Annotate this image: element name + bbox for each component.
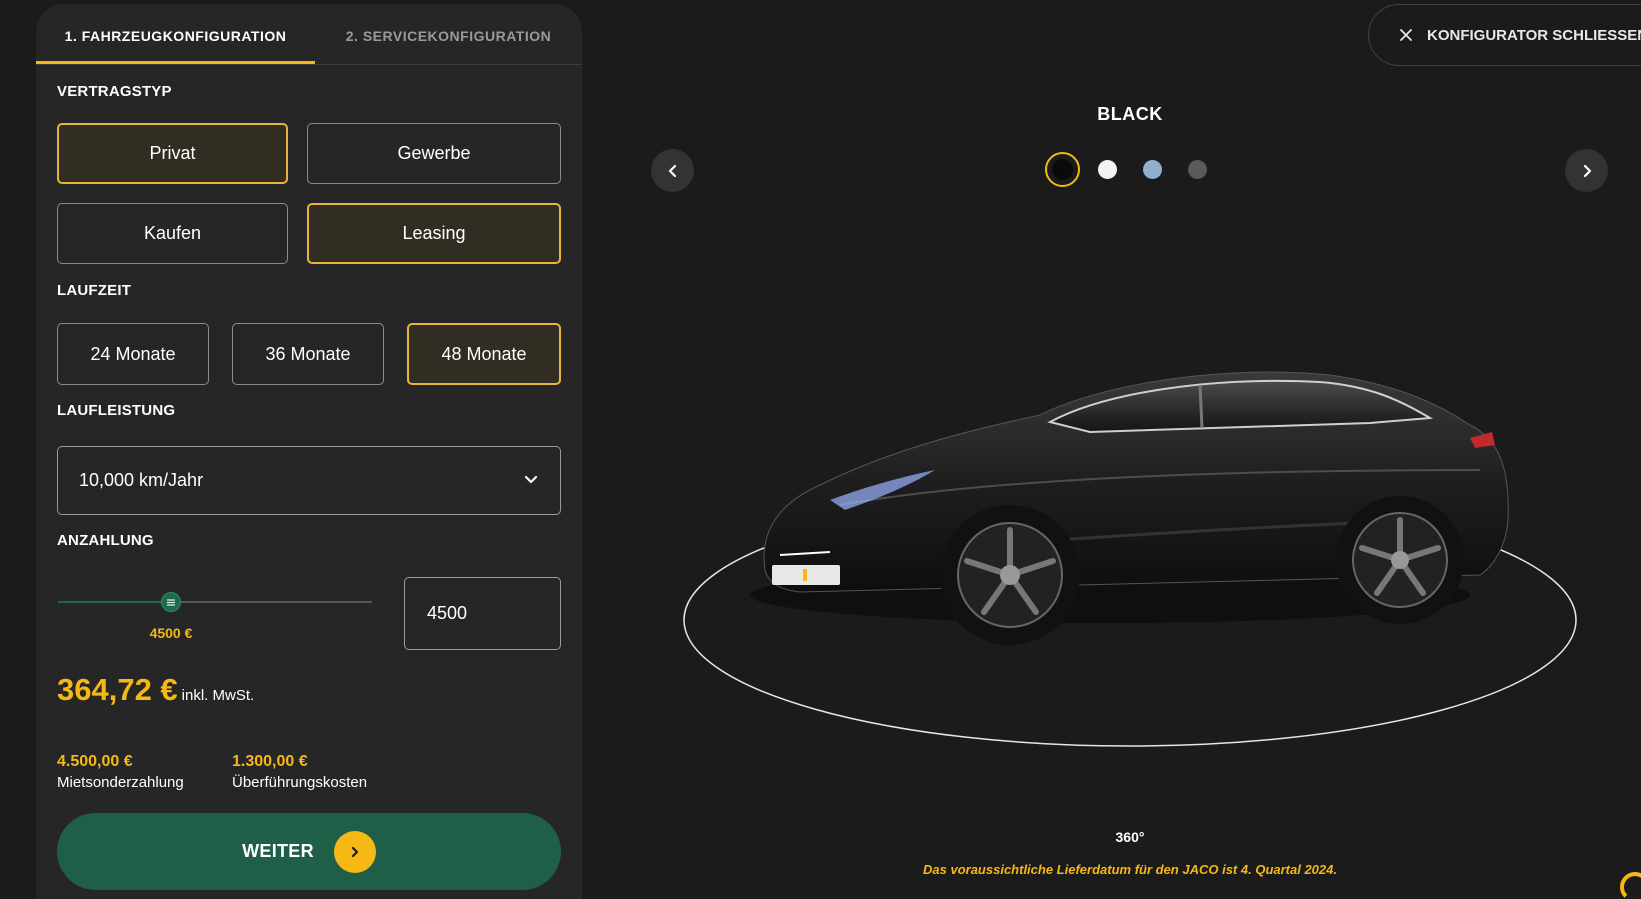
chevron-right-icon [1583, 164, 1591, 177]
cost-amount: 1.300,00 € [232, 753, 308, 770]
car-image [683, 371, 1577, 747]
next-color-button[interactable] [1565, 149, 1608, 192]
anzahlung-input[interactable] [404, 577, 561, 650]
laufleistung-select[interactable]: 10,000 km/Jahr [57, 446, 561, 515]
slider-thumb[interactable] [161, 592, 181, 612]
option-24-monate[interactable]: 24 Monate [57, 323, 209, 385]
cost-mietsonderzahlung: 4.500,00 € Mietsonderzahlung [57, 753, 184, 791]
slider-value-label: 4500 € [149, 625, 193, 641]
laufzeit-label: LAUFZEIT [57, 282, 132, 299]
weiter-label: WEITER [242, 841, 314, 861]
laufleistung-value: 10,000 km/Jahr [79, 470, 204, 490]
option-36-monate[interactable]: 36 Monate [232, 323, 384, 385]
grip-icon [167, 598, 175, 606]
option-kaufen[interactable]: Kaufen [57, 203, 288, 264]
view-360-label[interactable]: 360° [1100, 829, 1160, 845]
weiter-button[interactable]: WEITER [57, 813, 561, 890]
option-48-monate[interactable]: 48 Monate [407, 323, 561, 385]
close-configurator-button[interactable]: KONFIGURATOR SCHLIESSEN [1368, 4, 1641, 66]
configurator-panel: 1. FAHRZEUGKONFIGURATION 2. SERVICEKONFI… [36, 4, 582, 899]
chevron-left-icon [668, 164, 676, 177]
cost-ueberfuehrungskosten: 1.300,00 € Überführungskosten [232, 753, 367, 791]
option-privat[interactable]: Privat [57, 123, 288, 184]
close-label: KONFIGURATOR SCHLIESSEN [1427, 26, 1641, 44]
previous-color-button[interactable] [651, 149, 694, 192]
cost-label: Mietsonderzahlung [57, 774, 184, 791]
swatch-white[interactable] [1098, 160, 1117, 179]
tab-servicekonfiguration[interactable]: 2. SERVICEKONFIGURATION [315, 4, 582, 65]
cost-amount: 4.500,00 € [57, 753, 133, 770]
color-name: BLACK [1097, 104, 1163, 124]
swatch-blue[interactable] [1143, 160, 1162, 179]
swatch-grey[interactable] [1188, 160, 1207, 179]
monthly-price: 364,72 € inkl. MwSt. [57, 672, 254, 708]
slider-fill [58, 601, 171, 603]
anzahlung-slider[interactable] [58, 592, 372, 612]
tab-fahrzeugkonfiguration[interactable]: 1. FAHRZEUGKONFIGURATION [36, 4, 315, 65]
vertragstyp-label: VERTRAGSTYP [57, 83, 172, 100]
arrow-right-icon [333, 830, 376, 873]
close-icon [1400, 29, 1412, 41]
option-gewerbe[interactable]: Gewerbe [307, 123, 561, 184]
tab-bar: 1. FAHRZEUGKONFIGURATION 2. SERVICEKONFI… [36, 4, 582, 65]
delivery-note: Das voraussichtliche Lieferdatum für den… [923, 862, 1337, 877]
price-amount: 364,72 € [57, 672, 178, 707]
cost-label: Überführungskosten [232, 774, 368, 791]
swatch-black[interactable] [1052, 159, 1073, 180]
anzahlung-label: ANZAHLUNG [57, 532, 154, 549]
car-viewer[interactable] [680, 320, 1580, 760]
option-leasing[interactable]: Leasing [307, 203, 561, 264]
active-tab-indicator [36, 61, 315, 64]
chat-widget-icon[interactable] [1620, 872, 1641, 899]
laufleistung-label: LAUFLEISTUNG [57, 402, 176, 419]
price-note: inkl. MwSt. [181, 687, 255, 704]
chevron-down-icon [524, 475, 538, 484]
